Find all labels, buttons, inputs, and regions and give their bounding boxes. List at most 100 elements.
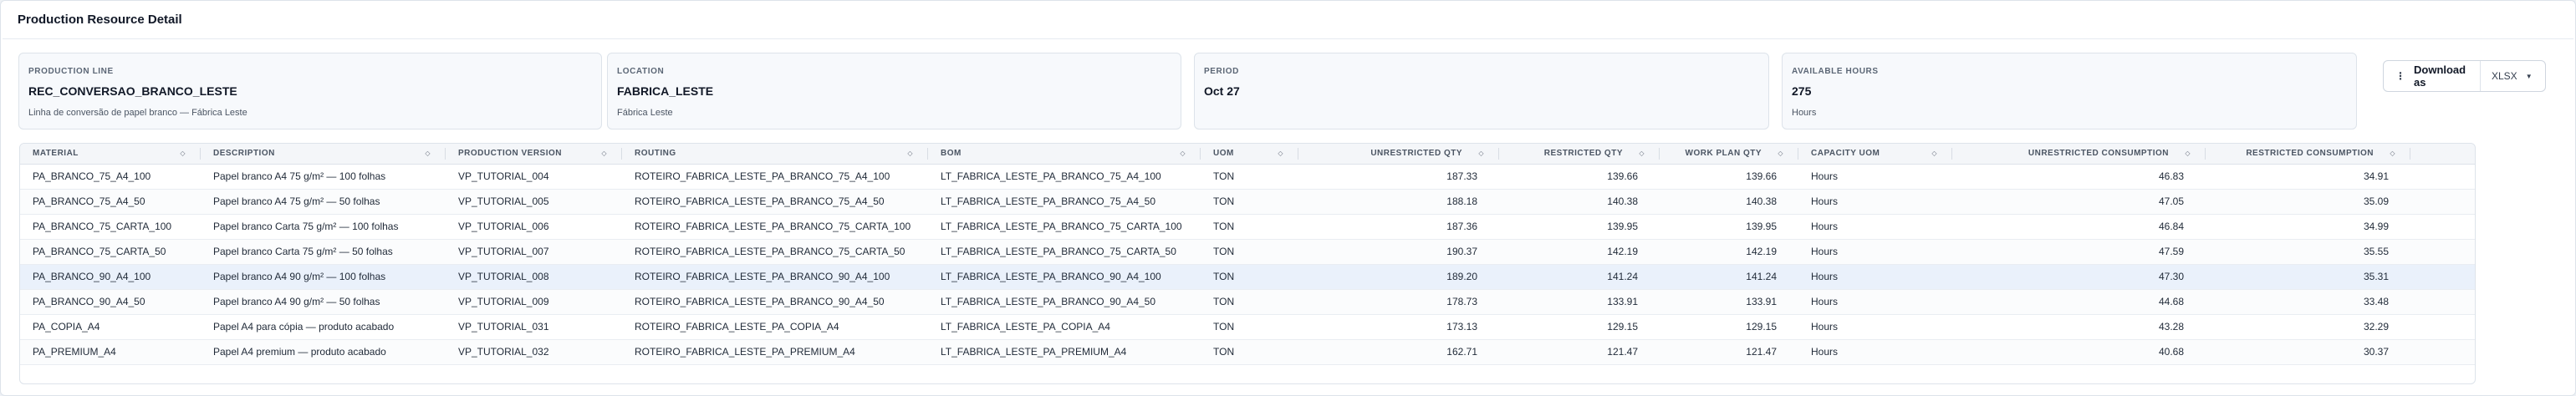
sort-icon[interactable]: ◇	[425, 150, 431, 157]
column-header-label: Description	[213, 149, 275, 159]
table-cell: 35.09	[2206, 189, 2410, 215]
table-cell: Papel A4 para cópia — produto acabado	[201, 314, 446, 340]
sort-icon[interactable]: ◇	[601, 150, 607, 157]
table-cell: 30.37	[2410, 339, 2475, 365]
column-header-label: UOM	[1213, 149, 1234, 159]
table-cell: 34.99	[2206, 214, 2410, 240]
card-subtitle: Hours	[1792, 108, 1817, 118]
sort-icon[interactable]: ◇	[1180, 150, 1186, 157]
table-cell: TON	[1201, 289, 1298, 315]
card-label: Available Hours	[1792, 67, 1879, 76]
table-cell: VP_TUTORIAL_004	[446, 164, 622, 190]
sort-icon[interactable]: ◇	[2390, 150, 2395, 157]
column-header-label: Unrestricted Consumption	[2028, 149, 2169, 159]
table-row[interactable]: PA_COPIA_A4 Papel A4 para cópia — produto…	[20, 314, 2475, 340]
card-subtitle: Linha de conversão de papel branco — Fáb…	[28, 108, 247, 118]
production-resource-panel: Production Resource Detail Production Li…	[0, 0, 2576, 396]
column-header[interactable]: Capacity UOM ◇	[1798, 144, 1952, 165]
column-header[interactable]: Description ◇	[201, 144, 446, 165]
table-cell: 141.24	[1499, 264, 1660, 290]
column-header-label: BOM	[941, 149, 962, 159]
column-header[interactable]: Unrestricted Qty ◇	[1298, 144, 1499, 165]
table-row[interactable]: PA_BRANCO_75_CARTA_50 Papel branco Carta …	[20, 239, 2475, 265]
table-cell: TON	[1201, 339, 1298, 365]
card-location: Location FABRICA_LESTE Fábrica Leste	[607, 53, 1181, 129]
table-cell: 141.24	[1660, 264, 1798, 290]
card-value: 275	[1792, 84, 1812, 98]
table-cell: 33.48	[2410, 289, 2475, 315]
table-cell: Hours	[1798, 339, 1952, 365]
table-cell: Papel branco Carta 75 g/m² — 50 folhas	[201, 239, 446, 265]
table-cell: 32.29	[2206, 314, 2410, 340]
table-cell: Hours	[1798, 164, 1952, 190]
table-cell: ROTEIRO_FABRICA_LESTE_PA_BRANCO_75_A4_50	[622, 189, 928, 215]
sort-icon[interactable]: ◇	[2185, 150, 2191, 157]
column-header[interactable]: Work Plan Consumption◇	[2410, 144, 2475, 165]
card-value: REC_CONVERSAO_BRANCO_LESTE	[28, 84, 237, 98]
table-row[interactable]: PA_BRANCO_90_A4_50 Papel branco A4 90 g/m…	[20, 289, 2475, 315]
table-cell: PA_COPIA_A4	[20, 314, 201, 340]
table-cell: 46.83	[1952, 164, 2206, 190]
card-production-line: Production Line REC_CONVERSAO_BRANCO_LES…	[18, 53, 602, 129]
table-cell: Hours	[1798, 289, 1952, 315]
table-cell: VP_TUTORIAL_009	[446, 289, 622, 315]
table-cell: TON	[1201, 239, 1298, 265]
download-as-button[interactable]: ⋮ Download as	[2384, 61, 2481, 91]
table-cell: Hours	[1798, 314, 1952, 340]
column-header[interactable]: BOM ◇	[928, 144, 1201, 165]
table-row[interactable]: PA_BRANCO_75_A4_50 Papel branco A4 75 g/m…	[20, 189, 2475, 215]
table-cell: LT_FABRICA_LESTE_PA_BRANCO_90_A4_100	[928, 264, 1201, 290]
table-cell: 142.19	[1660, 239, 1798, 265]
table-cell: 190.37	[1298, 239, 1499, 265]
resource-table: Material ◇ Description ◇ Production Version ◇…	[19, 143, 2476, 384]
column-header[interactable]: Restricted Qty ◇	[1499, 144, 1660, 165]
table-row[interactable]: PA_BRANCO_75_A4_100 Papel branco A4 75 g/…	[20, 164, 2475, 190]
menu-dots-icon: ⋮	[2395, 70, 2405, 82]
table-cell: VP_TUTORIAL_005	[446, 189, 622, 215]
download-format-select[interactable]: XLSX ▼	[2482, 61, 2545, 91]
sort-icon[interactable]: ◇	[1778, 150, 1783, 157]
sort-icon[interactable]: ◇	[1278, 150, 1283, 157]
table-cell: 173.13	[1298, 314, 1499, 340]
sort-icon[interactable]: ◇	[1931, 150, 1937, 157]
table-cell: LT_FABRICA_LESTE_PA_BRANCO_75_CARTA_100	[928, 214, 1201, 240]
table-cell: ROTEIRO_FABRICA_LESTE_PA_BRANCO_75_A4_10…	[622, 164, 928, 190]
column-header[interactable]: Unrestricted Consumption ◇	[1952, 144, 2206, 165]
table-cell: PA_PREMIUM_A4	[20, 339, 201, 365]
page-title: Production Resource Detail	[18, 13, 182, 27]
sort-icon[interactable]: ◇	[180, 150, 186, 157]
column-header[interactable]: Work Plan Qty ◇	[1660, 144, 1798, 165]
column-header[interactable]: Production Version ◇	[446, 144, 622, 165]
column-header[interactable]: Routing ◇	[622, 144, 928, 165]
table-cell: TON	[1201, 189, 1298, 215]
table-row[interactable]: PA_BRANCO_75_CARTA_100 Papel branco Carta…	[20, 214, 2475, 240]
sort-icon[interactable]: ◇	[1639, 150, 1645, 157]
table-cell: ROTEIRO_FABRICA_LESTE_PA_PREMIUM_A4	[622, 339, 928, 365]
table-cell: Papel branco A4 75 g/m² — 50 folhas	[201, 189, 446, 215]
table-cell: PA_BRANCO_90_A4_100	[20, 264, 201, 290]
table-cell: 47.30	[1952, 264, 2206, 290]
column-header-label: Material	[33, 149, 79, 159]
card-period: Period Oct 27	[1194, 53, 1769, 129]
table-header-row: Material ◇ Description ◇ Production Version ◇…	[20, 144, 2475, 165]
table-cell: 129.15	[1660, 314, 1798, 340]
table-row[interactable]: PA_PREMIUM_A4 Papel A4 premium — produto …	[20, 339, 2475, 365]
table-cell: 139.95	[1499, 214, 1660, 240]
card-label: Location	[617, 67, 665, 76]
table-cell: 133.91	[1660, 289, 1798, 315]
table-cell: 47.05	[1952, 189, 2206, 215]
column-header[interactable]: UOM ◇	[1201, 144, 1298, 165]
column-header[interactable]: Material ◇	[20, 144, 201, 165]
table-cell: LT_FABRICA_LESTE_PA_COPIA_A4	[928, 314, 1201, 340]
column-header[interactable]: Restricted Consumption ◇	[2206, 144, 2410, 165]
table-cell: ROTEIRO_FABRICA_LESTE_PA_BRANCO_90_A4_10…	[622, 264, 928, 290]
card-available-hours: Available Hours 275 Hours	[1782, 53, 2357, 129]
sort-icon[interactable]: ◇	[907, 150, 913, 157]
table-row[interactable]: PA_BRANCO_90_A4_100 Papel branco A4 90 g/…	[20, 264, 2475, 290]
table-cell: 35.31	[2410, 264, 2475, 290]
chevron-down-icon: ▼	[2525, 72, 2533, 80]
table-cell: ROTEIRO_FABRICA_LESTE_PA_BRANCO_75_CARTA…	[622, 239, 928, 265]
sort-icon[interactable]: ◇	[1478, 150, 1484, 157]
table-cell: Papel branco A4 75 g/m² — 100 folhas	[201, 164, 446, 190]
table-cell: LT_FABRICA_LESTE_PA_BRANCO_75_CARTA_50	[928, 239, 1201, 265]
